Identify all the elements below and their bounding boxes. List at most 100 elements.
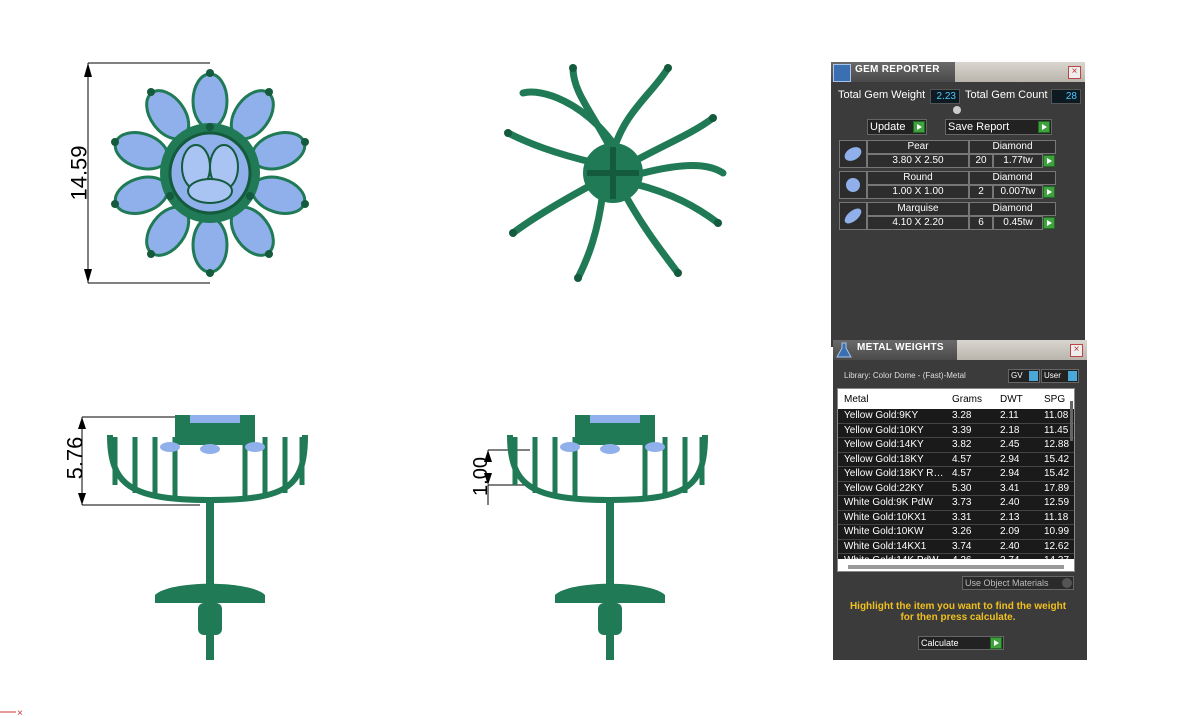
metal-table: Metal Grams DWT SPG Yellow Gold:9KY 3.28 2… [837,388,1075,572]
table-cell: White Gold:10KW [844,526,924,537]
table-cell: 14.37 [1044,555,1070,559]
table-row[interactable]: Yellow Gold:9KY 3.28 2.11 11.08 [838,409,1074,424]
gem-list: Pear Diamond 3.80 X 2.50 20 1.77tw Round… [831,140,1085,240]
total-gem-count-value: 28 [1051,89,1081,104]
metal-weights-close-icon[interactable]: × [1070,344,1083,357]
library-label: Library: Color Dome - (Fast)-Metal [844,371,966,380]
update-go-icon [913,121,925,133]
user-info-icon [1068,371,1077,381]
gem-material: Diamond [969,202,1056,216]
table-row[interactable]: Yellow Gold:14KY 3.82 2.45 12.88 [838,438,1074,453]
user-toggle[interactable]: User [1041,369,1079,383]
table-cell: 2.13 [1000,511,1020,523]
table-cell: 15.42 [1044,468,1070,479]
column-header[interactable]: DWT [1000,394,1023,405]
table-cell: White Gold:14K PdW [844,555,948,559]
table-cell: 11.18 [1044,511,1069,523]
table-cell: 12.88 [1044,439,1070,450]
gem-count: 6 [969,216,993,230]
metal-table-header: Metal Grams DWT SPG [838,389,1074,409]
metal-weights-titlebar-tail [957,340,1087,360]
save-report-button[interactable]: Save Report [945,119,1052,135]
calculate-button-label: Calculate [921,638,959,648]
gem-go-icon[interactable] [1043,155,1055,167]
table-row[interactable]: White Gold:14K PdW 4.26 2.74 14.37 [838,554,1074,559]
gem-row[interactable]: Round Diamond 1.00 X 1.00 2 0.007tw [839,171,1056,199]
gem-weight: 0.007tw [993,185,1043,199]
total-gem-count-label: Total Gem Count [965,89,1048,101]
calculate-go-icon [990,637,1002,649]
table-cell: 3.41 [1000,482,1020,494]
table-row[interactable]: Yellow Gold:10KY 3.39 2.18 11.45 [838,423,1074,438]
table-cell: White Gold:14KX1 [844,540,927,552]
metal-weights-title: METAL WEIGHTS [857,342,944,353]
gem-go-icon[interactable] [1043,186,1055,198]
calculate-hint: Highlight the item you want to find the … [849,601,1067,623]
gem-size: 4.10 X 2.20 [867,216,969,230]
table-cell: 3.82 [952,439,972,450]
svg-text:×: × [17,708,23,719]
table-cell: 3.31 [952,511,972,523]
table-cell: 2.45 [1000,439,1020,450]
gem-reporter-titlebar-tail [955,62,1085,82]
table-cell: 2.09 [1000,526,1020,537]
table-row[interactable]: White Gold:10KX1 3.31 2.13 11.18 [838,510,1074,525]
table-cell: 2.94 [1000,468,1020,479]
table-cell: 11.45 [1044,424,1069,436]
table-row[interactable]: White Gold:14KX1 3.74 2.40 12.62 [838,539,1074,554]
use-object-materials-label: Use Object Materials [965,578,1049,588]
table-row[interactable]: Yellow Gold:22KY 5.30 3.41 17.89 [838,481,1074,496]
gem-go-icon[interactable] [1043,217,1055,229]
side-view-right [470,405,720,665]
table-cell: Yellow Gold:22KY [844,482,924,494]
gem-weight: 1.77tw [993,154,1043,168]
vertical-scrollbar[interactable] [1070,401,1073,441]
side-view-left [70,405,320,665]
gv-label: GV [1011,371,1023,380]
gem-material: Diamond [969,140,1056,154]
table-cell: 3.74 [952,540,972,552]
gem-row[interactable]: Marquise Diamond 4.10 X 2.20 6 0.45tw [839,202,1056,230]
gv-info-icon [1029,371,1038,381]
table-cell: 4.57 [952,453,972,465]
table-cell: 4.57 [952,468,972,479]
table-row[interactable]: White Gold:9K PdW 3.73 2.40 12.59 [838,496,1074,511]
metal-table-body: Yellow Gold:9KY 3.28 2.11 11.08 Yellow Gold:… [838,409,1074,559]
flask-icon [836,342,852,358]
gallery-height-label: 1.00 [469,457,492,496]
table-cell: 3.73 [952,497,972,508]
table-cell: Yellow Gold:18KY R… [844,468,944,479]
gem-size: 1.00 X 1.00 [867,185,969,199]
gem-shape: Round [867,171,969,185]
use-object-materials-dropdown[interactable]: Use Object Materials [962,576,1074,590]
column-header[interactable]: Grams [952,394,982,405]
table-row[interactable]: Yellow Gold:18KY 4.57 2.94 15.42 [838,452,1074,467]
gem-reporter-logo-icon [833,64,851,82]
gem-reporter-close-icon[interactable]: × [1068,66,1081,79]
table-row[interactable]: Yellow Gold:18KY R… 4.57 2.94 15.42 [838,467,1074,482]
total-gem-weight-value: 2.23 [930,89,960,104]
table-cell: White Gold:9K PdW [844,497,933,508]
origin-marker: × [0,704,30,720]
user-label: User [1044,371,1061,380]
metal-weights-panel: METAL WEIGHTS × Library: Color Dome - (F… [833,340,1087,660]
column-header[interactable]: SPG [1044,394,1065,405]
gem-row[interactable]: Pear Diamond 3.80 X 2.50 20 1.77tw [839,140,1056,168]
horizontal-scrollbar[interactable] [848,565,1064,569]
table-cell: 12.59 [1044,497,1070,508]
gem-shape: Pear [867,140,969,154]
table-row[interactable]: White Gold:10KW 3.26 2.09 10.99 [838,525,1074,540]
metal-weights-titlebar[interactable]: METAL WEIGHTS [833,340,957,360]
collapse-toggle-icon[interactable] [953,106,961,114]
gem-shape: Marquise [867,202,969,216]
save-report-button-label: Save Report [948,121,1010,133]
save-report-go-icon [1038,121,1050,133]
gv-toggle[interactable]: GV [1008,369,1040,383]
back-view [500,55,730,295]
table-cell: 2.40 [1000,540,1020,552]
update-button[interactable]: Update [867,119,927,135]
table-cell: 10.99 [1044,526,1070,537]
gem-reporter-titlebar[interactable]: GEM REPORTER [831,62,955,82]
column-header[interactable]: Metal [844,394,868,405]
calculate-button[interactable]: Calculate [918,636,1004,650]
